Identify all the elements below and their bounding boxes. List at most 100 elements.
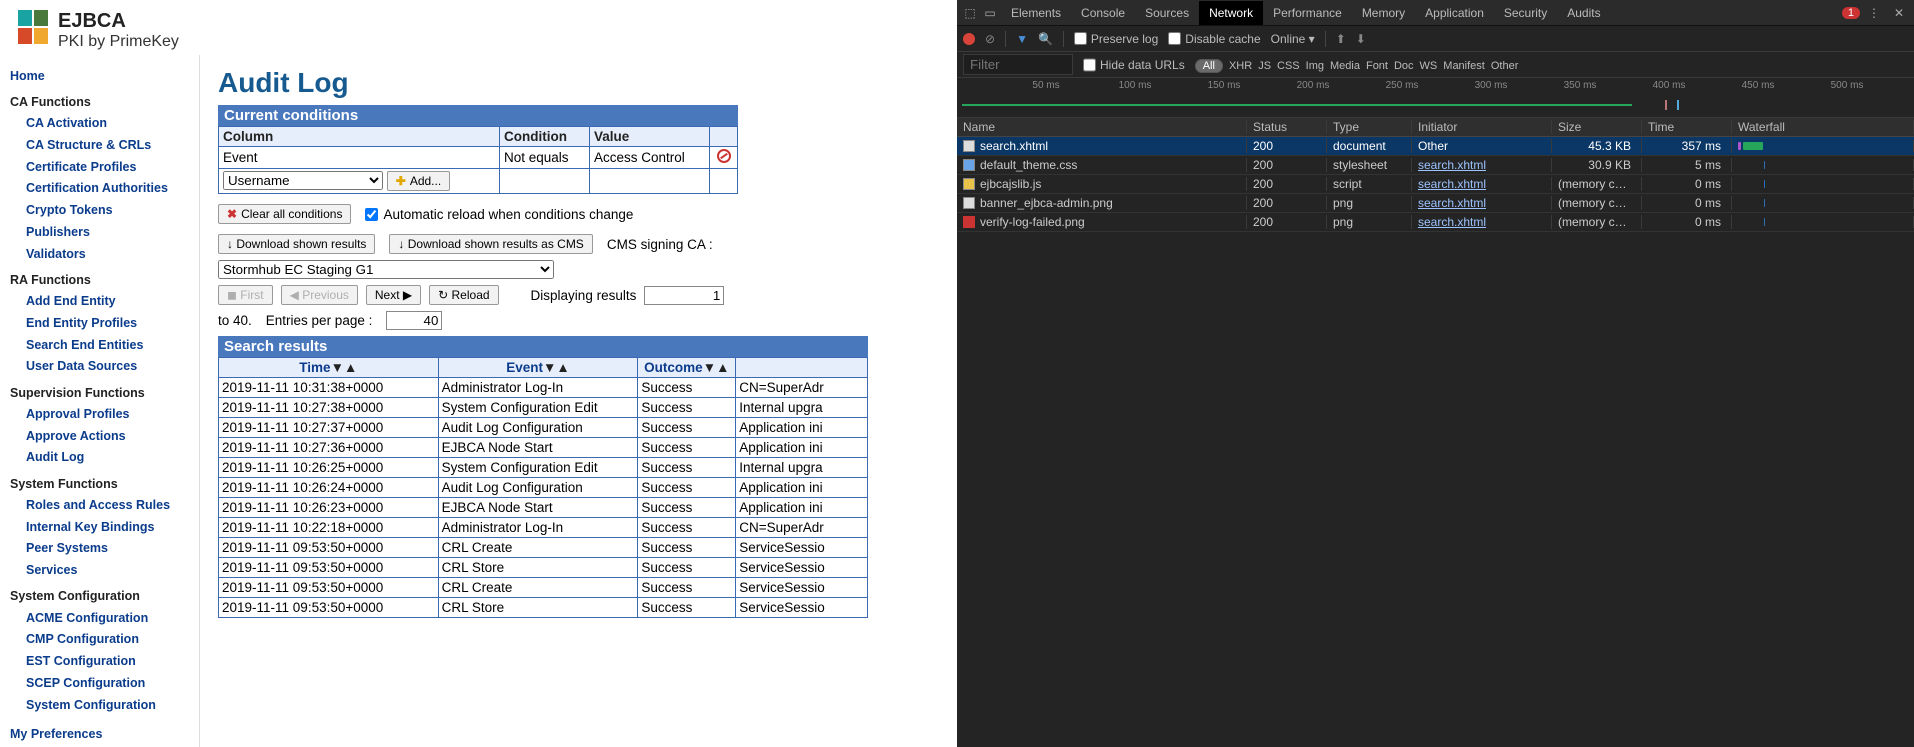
download-shown-button[interactable]: ↓ Download shown results <box>218 234 375 254</box>
table-row[interactable]: 2019-11-11 10:26:23+0000EJBCA Node Start… <box>219 498 868 518</box>
sidebar-item[interactable]: Services <box>10 560 195 582</box>
table-row[interactable]: 2019-11-11 10:26:25+0000System Configura… <box>219 458 868 478</box>
table-row[interactable]: 2019-11-11 10:27:38+0000System Configura… <box>219 398 868 418</box>
download-cms-button[interactable]: ↓ Download shown results as CMS <box>389 234 592 254</box>
online-select[interactable]: Online ▾ <box>1271 32 1315 46</box>
network-row[interactable]: ejbcajslib.js200scriptsearch.xhtml(memor… <box>957 175 1914 194</box>
network-row[interactable]: search.xhtml200documentOther45.3 KB357 m… <box>957 137 1914 156</box>
sidebar-item[interactable]: Approval Profiles <box>10 403 195 425</box>
tab-network[interactable]: Network <box>1199 1 1263 25</box>
grid-header-waterfall[interactable]: Waterfall <box>1732 120 1914 134</box>
tab-sources[interactable]: Sources <box>1135 1 1199 25</box>
network-row[interactable]: verify-log-failed.png200pngsearch.xhtml(… <box>957 213 1914 232</box>
tab-security[interactable]: Security <box>1494 1 1557 25</box>
grid-header-time[interactable]: Time <box>1642 120 1732 134</box>
previous-button[interactable]: ◀ Previous <box>281 285 358 305</box>
entries-per-page-input[interactable] <box>386 311 442 330</box>
grid-header-status[interactable]: Status <box>1247 120 1327 134</box>
sidebar-item[interactable]: Internal Key Bindings <box>10 516 195 538</box>
sidebar-item[interactable]: User Data Sources <box>10 356 195 378</box>
table-row[interactable]: 2019-11-11 09:53:50+0000CRL StoreSuccess… <box>219 598 868 618</box>
display-from-input[interactable] <box>644 286 724 305</box>
filter-type-js[interactable]: JS <box>1258 60 1271 72</box>
inspect-icon[interactable]: ⬚ <box>961 6 979 20</box>
disable-cache-checkbox[interactable]: Disable cache <box>1168 32 1260 46</box>
filter-type-ws[interactable]: WS <box>1420 60 1438 72</box>
filter-type-img[interactable]: Img <box>1306 60 1324 72</box>
table-row[interactable]: 2019-11-11 09:53:50+0000CRL CreateSucces… <box>219 578 868 598</box>
sidebar-item[interactable]: Certification Authorities <box>10 178 195 200</box>
next-button[interactable]: Next ▶ <box>366 285 421 305</box>
tab-elements[interactable]: Elements <box>1001 1 1071 25</box>
network-timeline[interactable]: 50 ms100 ms150 ms200 ms250 ms300 ms350 m… <box>957 78 1914 118</box>
tab-console[interactable]: Console <box>1071 1 1135 25</box>
close-devtools-icon[interactable]: ✕ <box>1888 6 1910 20</box>
tab-performance[interactable]: Performance <box>1263 1 1352 25</box>
download-icon[interactable]: ⬇ <box>1356 32 1366 46</box>
search-icon[interactable]: 🔍 <box>1038 32 1053 46</box>
grid-header-size[interactable]: Size <box>1552 120 1642 134</box>
more-icon[interactable]: ⋮ <box>1862 6 1886 20</box>
filter-type-all[interactable]: All <box>1195 59 1223 73</box>
sidebar-item[interactable]: Add End Entity <box>10 291 195 313</box>
grid-header-initiator[interactable]: Initiator <box>1412 120 1552 134</box>
sidebar-item[interactable]: Audit Log <box>10 447 195 469</box>
clear-conditions-button[interactable]: ✖Clear all conditions <box>218 204 351 224</box>
tab-application[interactable]: Application <box>1415 1 1494 25</box>
initiator-link[interactable]: search.xhtml <box>1418 196 1486 210</box>
initiator-link[interactable]: search.xhtml <box>1418 177 1486 191</box>
add-condition-button[interactable]: ✚Add... <box>387 171 450 191</box>
table-row[interactable]: 2019-11-11 10:27:36+0000EJBCA Node Start… <box>219 438 868 458</box>
column-select[interactable]: Username <box>223 171 383 190</box>
sidebar-item[interactable]: EST Configuration <box>10 651 195 673</box>
table-row[interactable]: 2019-11-11 10:27:37+0000Audit Log Config… <box>219 418 868 438</box>
clear-icon[interactable]: ⊘ <box>985 32 995 46</box>
table-row[interactable]: 2019-11-11 10:31:38+0000Administrator Lo… <box>219 378 868 398</box>
filter-type-manifest[interactable]: Manifest <box>1443 60 1485 72</box>
table-row[interactable]: 2019-11-11 10:26:24+0000Audit Log Config… <box>219 478 868 498</box>
grid-header-type[interactable]: Type <box>1327 120 1412 134</box>
device-icon[interactable]: ▭ <box>981 6 999 20</box>
error-badge[interactable]: 1 <box>1842 7 1860 19</box>
sort-time[interactable]: Time▼▲ <box>299 360 357 375</box>
sidebar-item[interactable]: CMP Configuration <box>10 629 195 651</box>
grid-header-name[interactable]: Name <box>957 120 1247 134</box>
reload-button[interactable]: ↻ Reload <box>429 285 498 305</box>
remove-condition-icon[interactable] <box>717 149 731 163</box>
sidebar-item[interactable]: Validators <box>10 243 195 265</box>
sidebar-item[interactable]: End Entity Profiles <box>10 312 195 334</box>
filter-type-other[interactable]: Other <box>1491 60 1519 72</box>
filter-input[interactable] <box>963 54 1073 75</box>
sidebar-item[interactable]: Search End Entities <box>10 334 195 356</box>
auto-reload-checkbox[interactable]: Automatic reload when conditions change <box>365 207 633 222</box>
sidebar-myprefs[interactable]: My Preferences <box>10 724 195 746</box>
table-row[interactable]: 2019-11-11 09:53:50+0000CRL StoreSuccess… <box>219 558 868 578</box>
initiator-link[interactable]: search.xhtml <box>1418 215 1486 229</box>
initiator-link[interactable]: search.xhtml <box>1418 158 1486 172</box>
record-icon[interactable] <box>963 33 975 45</box>
preserve-log-checkbox[interactable]: Preserve log <box>1074 32 1158 46</box>
network-row[interactable]: banner_ejbca-admin.png200pngsearch.xhtml… <box>957 194 1914 213</box>
hide-data-urls-checkbox[interactable]: Hide data URLs <box>1083 58 1185 72</box>
tab-audits[interactable]: Audits <box>1557 1 1610 25</box>
sidebar-item[interactable]: Peer Systems <box>10 538 195 560</box>
tab-memory[interactable]: Memory <box>1352 1 1415 25</box>
sidebar-item[interactable]: CA Activation <box>10 113 195 135</box>
first-button[interactable]: ◼ First <box>218 285 273 305</box>
sidebar-home[interactable]: Home <box>10 65 195 87</box>
filter-type-media[interactable]: Media <box>1330 60 1360 72</box>
sidebar-item[interactable]: SCEP Configuration <box>10 672 195 694</box>
sidebar-item[interactable]: System Configuration <box>10 694 195 716</box>
filter-type-doc[interactable]: Doc <box>1394 60 1414 72</box>
sidebar-item[interactable]: Publishers <box>10 221 195 243</box>
sort-outcome[interactable]: Outcome▼▲ <box>644 360 729 375</box>
sidebar-item[interactable]: Roles and Access Rules <box>10 494 195 516</box>
table-row[interactable]: 2019-11-11 09:53:50+0000CRL CreateSucces… <box>219 538 868 558</box>
sidebar-item[interactable]: Crypto Tokens <box>10 200 195 222</box>
sidebar-item[interactable]: Approve Actions <box>10 425 195 447</box>
filter-toggle-icon[interactable]: ▼ <box>1016 32 1028 46</box>
sidebar-item[interactable]: Certificate Profiles <box>10 156 195 178</box>
filter-type-css[interactable]: CSS <box>1277 60 1300 72</box>
table-row[interactable]: 2019-11-11 10:22:18+0000Administrator Lo… <box>219 518 868 538</box>
network-row[interactable]: default_theme.css200stylesheetsearch.xht… <box>957 156 1914 175</box>
